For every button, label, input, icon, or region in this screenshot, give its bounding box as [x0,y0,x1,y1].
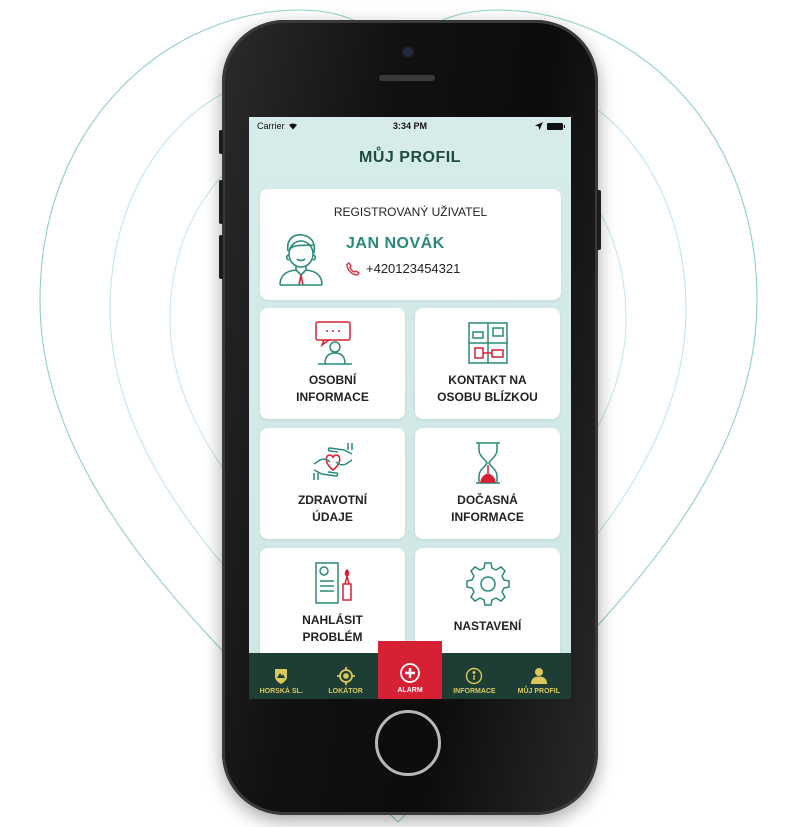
volume-down-button [219,235,223,279]
tile-label-line1: NASTAVENÍ [453,619,522,633]
status-bar: Carrier 3:34 PM [249,117,571,135]
plus-icon [400,663,420,683]
tab-label: LOKÁTOR [328,688,363,695]
heart-hands-icon [312,443,353,480]
tab-my-profile[interactable]: MŮJ PROFIL [507,653,571,699]
handshake-icon [467,322,508,364]
tile-icon-wrap [260,320,405,366]
earpiece-speaker [379,75,435,81]
phone-frame: Carrier 3:34 PM MŮJ PROFIL REGISTROVANÝ … [219,20,601,815]
tab-mountain-rescue[interactable]: HORSKÁ SL. [249,653,313,699]
user-avatar-icon [279,234,323,286]
gear-icon [465,562,510,606]
tab-label: HORSKÁ SL. [259,688,303,695]
tile-health-data[interactable]: ZDRAVOTNÍ ÚDAJE [260,428,405,539]
tile-label-line1: ZDRAVOTNÍ [297,493,368,507]
tile-label: KONTAKT NA OSOBU BLÍZKOU [415,372,560,406]
tab-alarm[interactable]: ALARM [377,641,443,699]
user-phone-number: +420123454321 [366,261,461,276]
tile-icon-wrap [415,440,560,486]
tab-label: MŮJ PROFIL [517,688,561,695]
tile-icon-wrap [415,320,560,366]
status-time: 3:34 PM [392,121,427,131]
power-button [597,190,601,250]
tile-label: ZDRAVOTNÍ ÚDAJE [260,492,405,526]
tile-label-line1: KONTAKT NA [448,373,527,387]
front-camera [404,48,412,56]
tile-label: DOČASNÁ INFORMACE [415,492,560,526]
user-name: JAN NOVÁK [346,235,445,252]
tab-label: INFORMACE [453,688,496,695]
tile-label-line2: ÚDAJE [312,510,353,524]
tile-icon-wrap [415,560,560,606]
tile-label: OSOBNÍ INFORMACE [260,372,405,406]
volume-up-button [219,180,223,224]
tile-close-contact[interactable]: KONTAKT NA OSOBU BLÍZKOU [415,308,560,419]
battery-icon [547,122,565,130]
info-icon [466,667,483,685]
tile-label-line1: DOČASNÁ [457,493,518,507]
mute-switch [219,130,223,154]
home-button[interactable] [375,710,441,776]
profile-heading: REGISTROVANÝ UŽIVATEL [333,205,488,219]
tab-locator[interactable]: LOKÁTOR [313,653,377,699]
tile-label-line2: OSOBU BLÍZKOU [437,390,538,404]
person-chat-icon [314,321,352,365]
tab-label: ALARM [397,687,423,694]
tile-label-line1: NAHLÁSIT [302,613,363,627]
tile-personal-info[interactable]: OSOBNÍ INFORMACE [260,308,405,419]
tile-icon-wrap [260,440,405,486]
user-icon [530,668,547,684]
page-title: MŮJ PROFIL [359,149,461,166]
mountain-rescue-icon [275,669,288,684]
phone-icon [346,261,360,276]
crosshair-icon [336,667,355,685]
tile-label-line2: INFORMACE [451,510,524,524]
tile-label: NASTAVENÍ [415,618,560,635]
user-phone: +420123454321 [346,261,460,276]
bottom-tab-bar: HORSKÁ SL. LOKÁTOR ALARM INFORMACE MŮJ P… [249,641,571,699]
hourglass-icon [475,442,500,484]
profile-card[interactable]: REGISTROVANÝ UŽIVATEL JAN NOVÁK +4201234… [260,189,561,300]
tile-label-line2: INFORMACE [296,390,369,404]
tab-information[interactable]: INFORMACE [442,653,506,699]
app-screen: Carrier 3:34 PM MŮJ PROFIL REGISTROVANÝ … [249,117,571,699]
tile-label-line1: OSOBNÍ [308,373,357,387]
tile-temporary-info[interactable]: DOČASNÁ INFORMACE [415,428,560,539]
tile-icon-wrap [260,560,405,606]
report-document-icon [314,562,352,604]
